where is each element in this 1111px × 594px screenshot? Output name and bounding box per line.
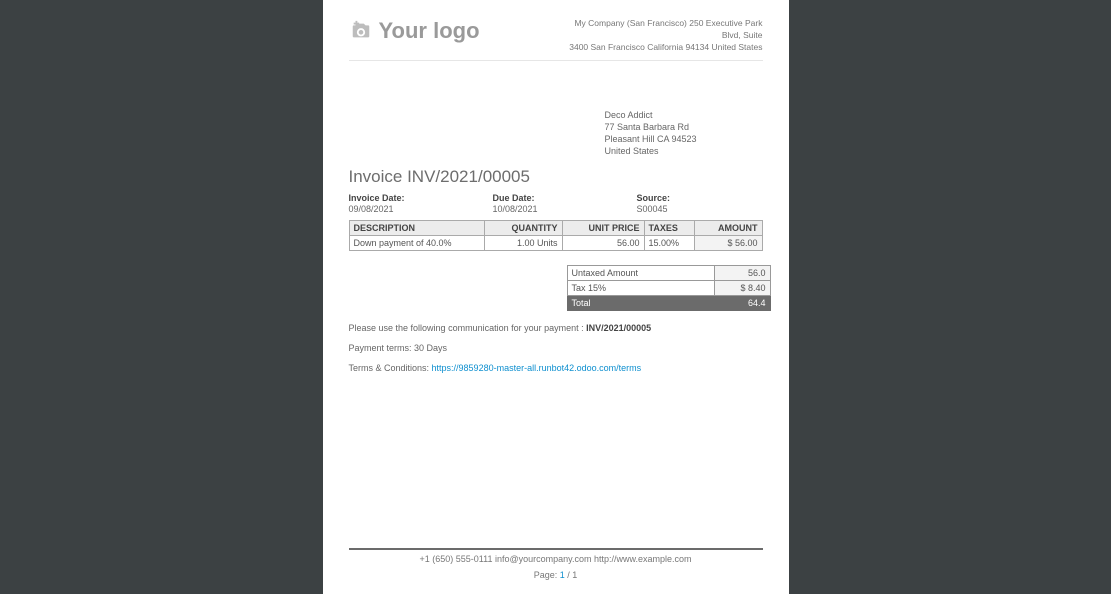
total-value: 64.4 — [714, 296, 770, 311]
customer-city: Pleasant Hill CA 94523 — [605, 133, 763, 145]
due-date-label: Due Date: — [493, 193, 637, 203]
camera-plus-icon — [349, 19, 373, 44]
totals-table: Untaxed Amount 56.0 Tax 15% $ 8.40 Total… — [567, 265, 771, 311]
company-address: My Company (San Francisco) 250 Executive… — [563, 18, 763, 54]
untaxed-label: Untaxed Amount — [567, 266, 714, 281]
source-label: Source: — [637, 193, 671, 203]
tc-prefix: Terms & Conditions: — [349, 363, 432, 373]
untaxed-value: 56.0 — [714, 266, 770, 281]
col-amount: AMOUNT — [694, 221, 762, 236]
company-line-2: 3400 San Francisco California 94134 Unit… — [563, 42, 763, 54]
terms-conditions-link[interactable]: https://9859280-master-all.runbot42.odoo… — [432, 363, 642, 373]
cell-amount: $ 56.00 — [694, 236, 762, 251]
payment-communication-note: Please use the following communication f… — [349, 323, 763, 333]
customer-address: Deco Addict 77 Santa Barbara Rd Pleasant… — [605, 109, 763, 158]
customer-street: 77 Santa Barbara Rd — [605, 121, 763, 133]
meta-due-date: Due Date: 10/08/2021 — [493, 193, 637, 214]
col-description: DESCRIPTION — [349, 221, 484, 236]
page-number: Page: 1 / 1 — [349, 570, 763, 580]
table-header-row: DESCRIPTION QUANTITY UNIT PRICE TAXES AM… — [349, 221, 762, 236]
footer-contact-line: +1 (650) 555-0111 info@yourcompany.com h… — [349, 554, 763, 564]
logo-block: Your logo — [349, 18, 480, 44]
col-unit-price: UNIT PRICE — [562, 221, 644, 236]
col-taxes: TAXES — [644, 221, 694, 236]
customer-name: Deco Addict — [605, 109, 763, 121]
terms-conditions-note: Terms & Conditions: https://9859280-mast… — [349, 363, 763, 373]
cell-unit-price: 56.00 — [562, 236, 644, 251]
meta-invoice-date: Invoice Date: 09/08/2021 — [349, 193, 493, 214]
page-label: Page: — [534, 570, 560, 580]
total-label: Total — [567, 296, 714, 311]
source-value: S00045 — [637, 204, 671, 214]
invoice-date-label: Invoice Date: — [349, 193, 493, 203]
document-title: Invoice INV/2021/00005 — [349, 167, 763, 187]
col-quantity: QUANTITY — [484, 221, 562, 236]
meta-source: Source: S00045 — [637, 193, 671, 214]
tax-value: $ 8.40 — [714, 281, 770, 296]
page-total: 1 — [572, 570, 577, 580]
table-row: Down payment of 40.0% 1.00 Units 56.00 1… — [349, 236, 762, 251]
totals-untaxed-row: Untaxed Amount 56.0 — [567, 266, 770, 281]
page-footer: +1 (650) 555-0111 info@yourcompany.com h… — [349, 548, 763, 580]
cell-taxes: 15.00% — [644, 236, 694, 251]
invoice-date-value: 09/08/2021 — [349, 204, 493, 214]
tax-label: Tax 15% — [567, 281, 714, 296]
logo-text: Your logo — [379, 18, 480, 44]
page-header: Your logo My Company (San Francisco) 250… — [349, 18, 763, 61]
cell-quantity: 1.00 Units — [484, 236, 562, 251]
customer-country: United States — [605, 145, 763, 157]
meta-row: Invoice Date: 09/08/2021 Due Date: 10/08… — [349, 193, 763, 214]
cell-description: Down payment of 40.0% — [349, 236, 484, 251]
payment-terms-note: Payment terms: 30 Days — [349, 343, 763, 353]
totals-tax-row: Tax 15% $ 8.40 — [567, 281, 770, 296]
company-line-1: My Company (San Francisco) 250 Executive… — [563, 18, 763, 42]
due-date-value: 10/08/2021 — [493, 204, 637, 214]
totals-total-row: Total 64.4 — [567, 296, 770, 311]
comm-ref: INV/2021/00005 — [586, 323, 651, 333]
comm-prefix: Please use the following communication f… — [349, 323, 587, 333]
invoice-page: Your logo My Company (San Francisco) 250… — [323, 0, 789, 594]
line-items-table: DESCRIPTION QUANTITY UNIT PRICE TAXES AM… — [349, 220, 763, 251]
